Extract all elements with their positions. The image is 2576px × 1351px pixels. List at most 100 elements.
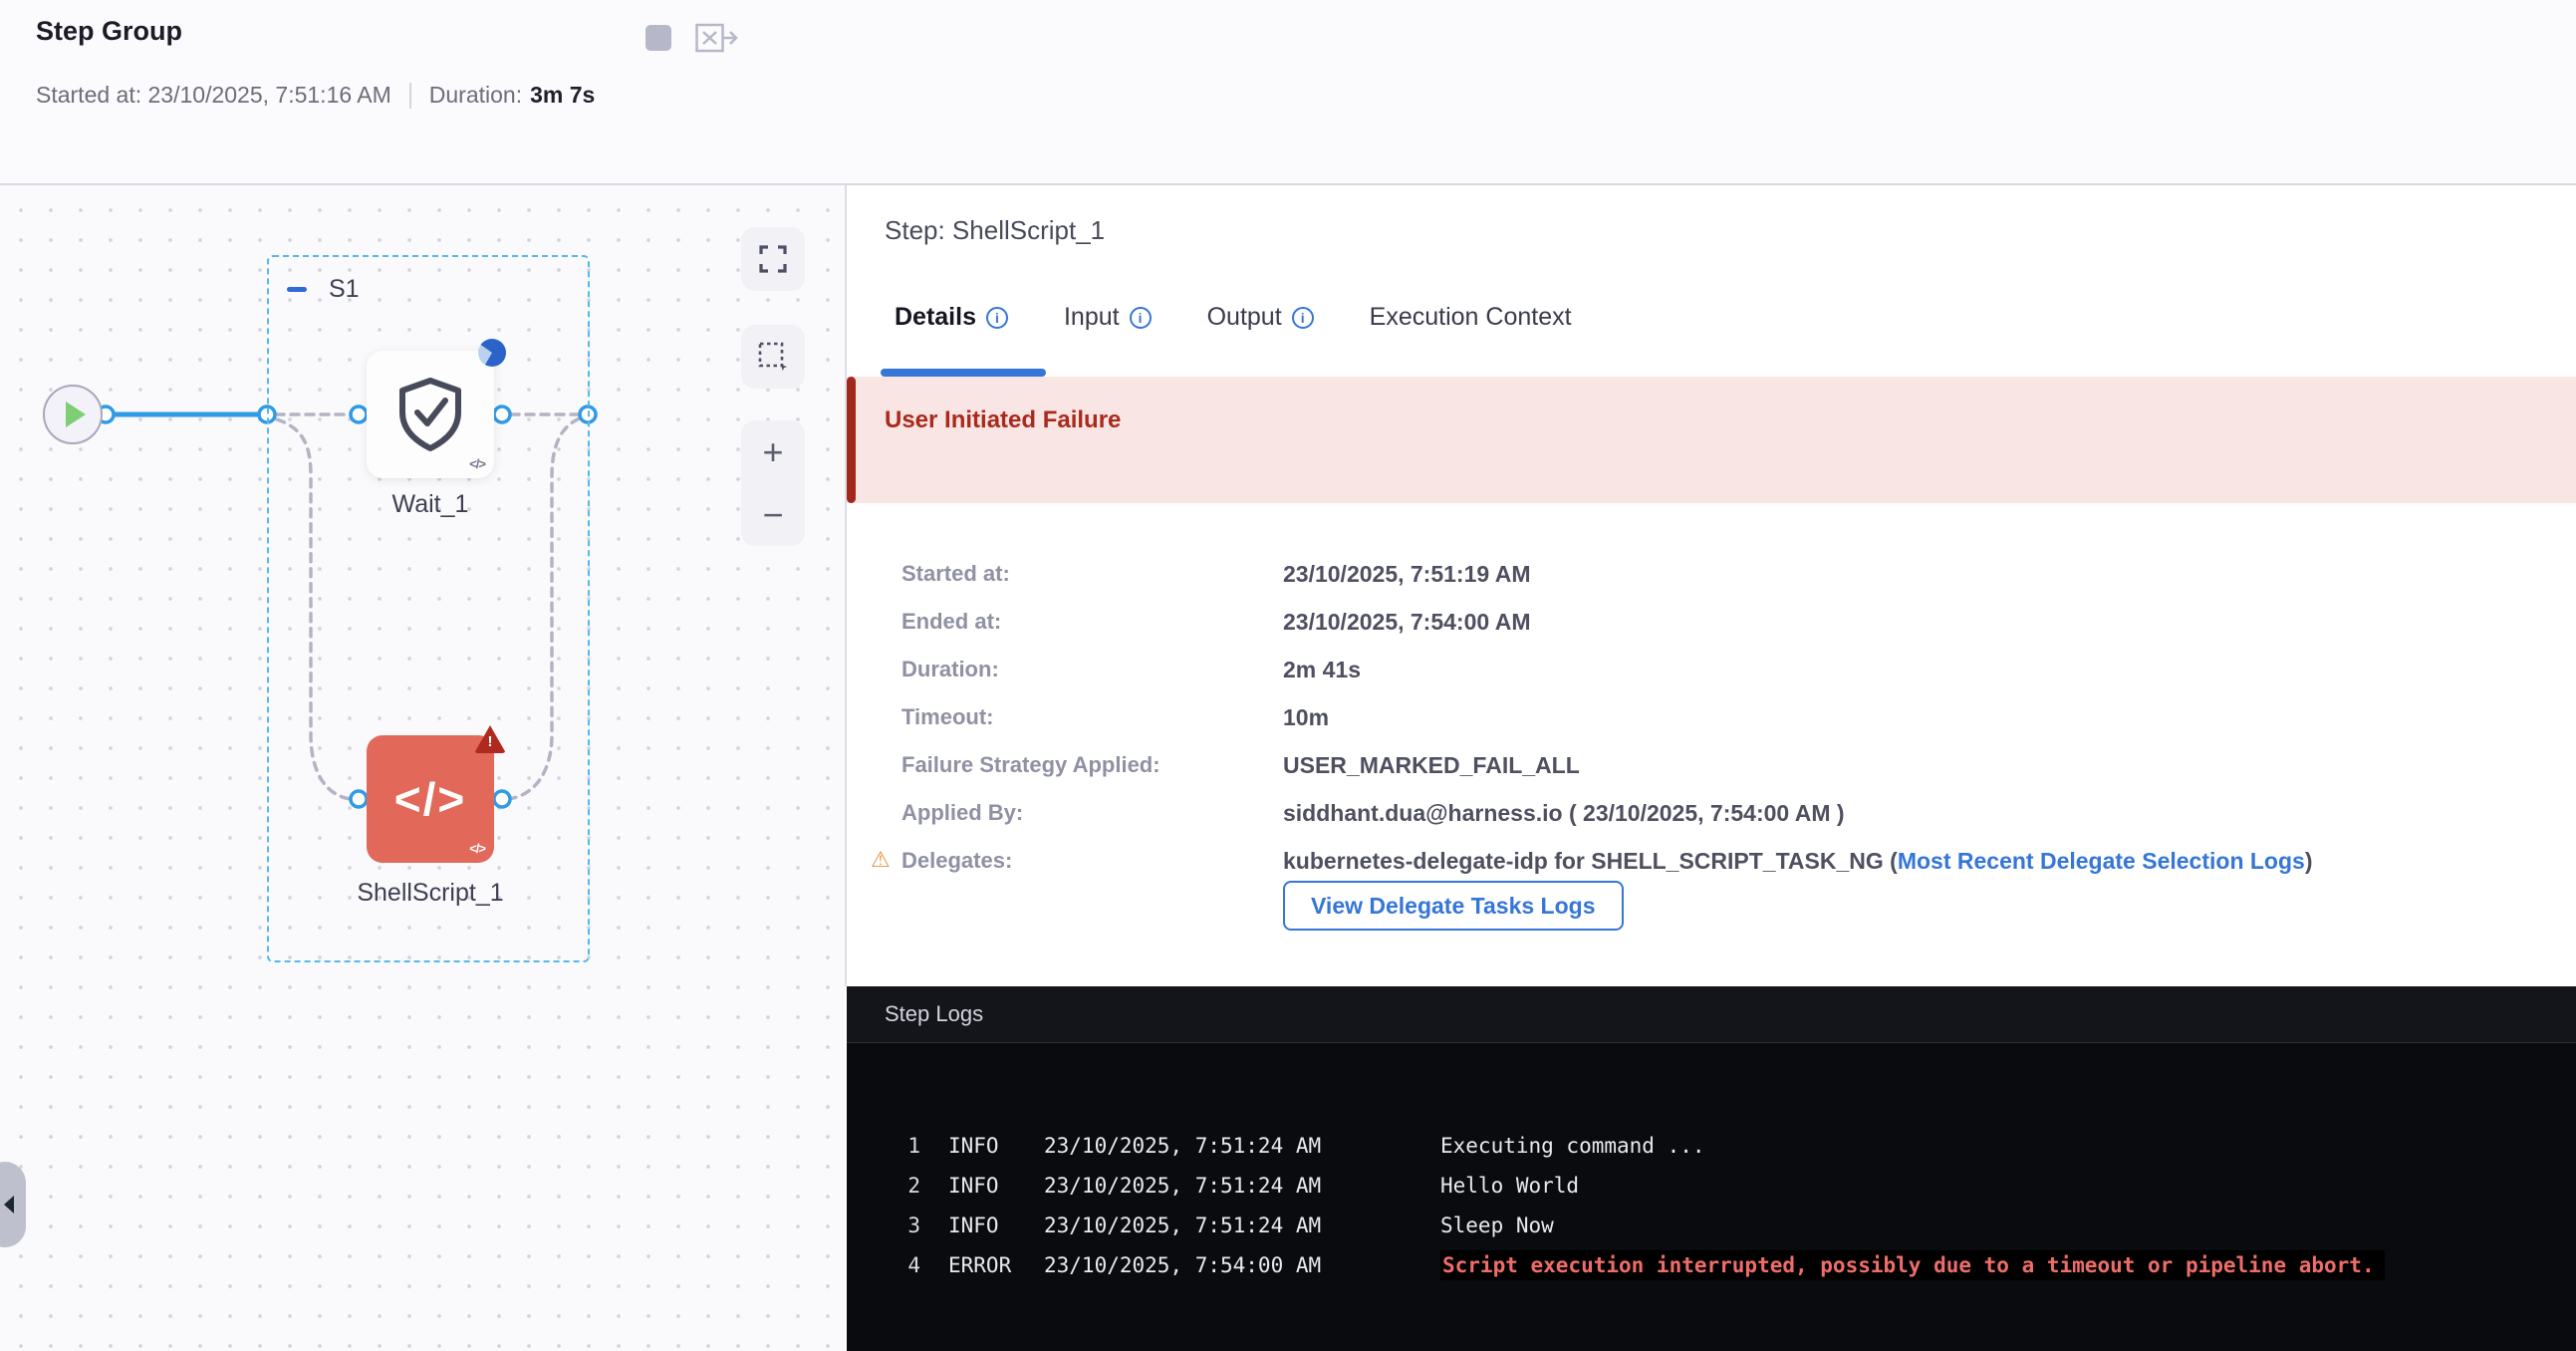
detail-label: Failure Strategy Applied: [902,752,1160,778]
log-level: INFO [948,1214,1014,1237]
node-shellscript-label: ShellScript_1 [301,879,560,908]
duration-value: 3m 7s [530,82,595,109]
pipeline-canvas[interactable]: S1 </> Wait_1 </> ! </> ShellScript_1 [0,185,845,1351]
started-at-label: Started at: [36,82,141,109]
execution-meta: Started at: 23/10/2025, 7:51:16 AM Durat… [36,82,595,109]
log-level: ERROR [948,1253,1014,1277]
detail-label: Ended at: [902,609,1001,635]
tab-label: Output [1207,303,1282,332]
warning-icon: ⚠ [871,849,891,871]
play-icon [66,402,86,427]
zoom-in-button[interactable]: + [762,434,783,470]
stop-icon[interactable] [645,25,671,51]
log-time: 23/10/2025, 7:51:24 AM [1044,1174,1331,1198]
info-icon[interactable]: i [986,307,1008,329]
detail-value: 23/10/2025, 7:54:00 AM [1283,609,1530,636]
log-line: 3 INFO 23/10/2025, 7:51:24 AM Sleep Now [847,1206,2576,1245]
code-badge-icon: </> [469,841,485,856]
log-num: 4 [897,1253,920,1277]
detail-value: siddhant.dua@harness.io ( 23/10/2025, 7:… [1283,800,1845,827]
log-list: 1 INFO 23/10/2025, 7:51:24 AM Executing com… [847,1126,2576,1285]
log-msg: Sleep Now [1440,1214,1554,1237]
detail-label: Started at: [902,561,1010,587]
meta-divider [409,83,411,109]
node-wait-label: Wait_1 [301,490,560,519]
detail-row: Applied By: siddhant.dua@harness.io ( 23/… [847,789,2576,837]
chevron-left-icon [4,1196,14,1214]
detail-label: Applied By: [902,800,1023,826]
failure-banner-text: User Initiated Failure [885,406,1121,434]
node-shellscript[interactable]: </> ! </> [367,735,494,863]
details-list: Started at: 23/10/2025, 7:51:19 AM Ended a… [847,550,2576,885]
tab-label: Input [1064,303,1120,332]
detail-label: Delegates: [902,848,1012,874]
code-badge-icon: </> [469,456,485,471]
x-square-arrow-icon[interactable] [695,22,739,54]
left-edge-button[interactable] [0,1162,26,1247]
log-line: 2 INFO 23/10/2025, 7:51:24 AM Hello World [847,1166,2576,1206]
detail-row: Timeout: 10m [847,693,2576,741]
detail-row: Failure Strategy Applied: USER_MARKED_FAI… [847,741,2576,789]
log-num: 1 [897,1134,920,1158]
log-time: 23/10/2025, 7:54:00 AM [1044,1253,1331,1277]
tab-input[interactable]: Inputi [1064,303,1152,332]
step-logs-header: Step Logs [847,986,2576,1043]
view-delegate-tasks-logs-button[interactable]: View Delegate Tasks Logs [1283,881,1624,931]
execution-header: Step Group Started at: 23/10/2025, 7:51:… [0,0,2576,185]
log-num: 3 [897,1214,920,1237]
detail-value: USER_MARKED_FAIL_ALL [1283,752,1580,779]
detail-value: 23/10/2025, 7:51:19 AM [1283,561,1530,588]
marquee-select-button[interactable] [741,325,805,389]
detail-label: Timeout: [902,704,993,730]
tab-details[interactable]: Details i [895,303,1008,332]
fullscreen-button[interactable] [741,227,805,291]
detail-row: ⚠ Delegates: kubernetes-delegate-idp for S… [847,837,2576,885]
tab-output[interactable]: Outputi [1207,303,1314,332]
log-time: 23/10/2025, 7:51:24 AM [1044,1214,1331,1237]
tab-execution-context[interactable]: Execution Context [1370,303,1572,332]
log-line: 1 INFO 23/10/2025, 7:51:24 AM Executing com… [847,1126,2576,1166]
failure-banner-accent [847,377,856,503]
step-logs-title: Step Logs [885,1001,983,1027]
detail-label: Duration: [902,657,999,682]
detail-row: Started at: 23/10/2025, 7:51:19 AM [847,550,2576,598]
detail-row: Ended at: 23/10/2025, 7:54:00 AM [847,598,2576,646]
zoom-control: + − [741,420,805,546]
zoom-out-button[interactable]: − [762,497,783,533]
log-line: 4 ERROR 23/10/2025, 7:54:00 AM Script execu… [847,1245,2576,1285]
tab-label: Details [895,303,976,332]
page-title: Step Group [36,16,182,47]
step-title: Step: ShellScript_1 [885,215,1105,246]
info-icon[interactable]: i [1130,307,1152,329]
fullscreen-icon [758,244,788,274]
detail-value: 10m [1283,704,1329,731]
detail-value: kubernetes-delegate-idp for SHELL_SCRIPT… [1283,848,2313,875]
duration-label: Duration: [429,82,522,109]
step-details-panel: Step: ShellScript_1 DetailsiInputiOutput… [847,185,2576,986]
active-tab-underline [881,369,1046,377]
tab-label: Execution Context [1370,303,1572,332]
start-node[interactable] [43,385,103,444]
log-msg: Hello World [1440,1174,1579,1198]
marquee-select-icon [757,341,789,373]
collapse-group-icon[interactable] [287,287,307,292]
running-spinner-icon [478,339,506,367]
info-icon[interactable]: i [1292,307,1314,329]
step-logs-console[interactable]: Step Logs 1 INFO 23/10/2025, 7:51:24 AM Exe… [847,986,2576,1351]
started-at-value: 23/10/2025, 7:51:16 AM [148,82,391,109]
detail-value: 2m 41s [1283,657,1361,683]
node-wait[interactable]: </> [367,351,494,478]
detail-row: Duration: 2m 41s [847,646,2576,693]
log-msg: Executing command ... [1440,1134,1705,1158]
log-time: 23/10/2025, 7:51:24 AM [1044,1134,1331,1158]
group-label: S1 [329,275,360,304]
failure-badge-icon: ! [474,725,506,753]
log-num: 2 [897,1174,920,1198]
x-square-arrow-icon-svg [695,22,739,54]
delegate-selection-logs-link[interactable]: Most Recent Delegate Selection Logs [1898,848,2305,874]
log-level: INFO [948,1174,1014,1198]
failure-banner: User Initiated Failure [847,377,2576,503]
log-level: INFO [948,1134,1014,1158]
log-msg: Script execution interrupted, possibly d… [1440,1250,2385,1280]
tab-bar: DetailsiInputiOutputiExecution Context [895,303,1572,332]
